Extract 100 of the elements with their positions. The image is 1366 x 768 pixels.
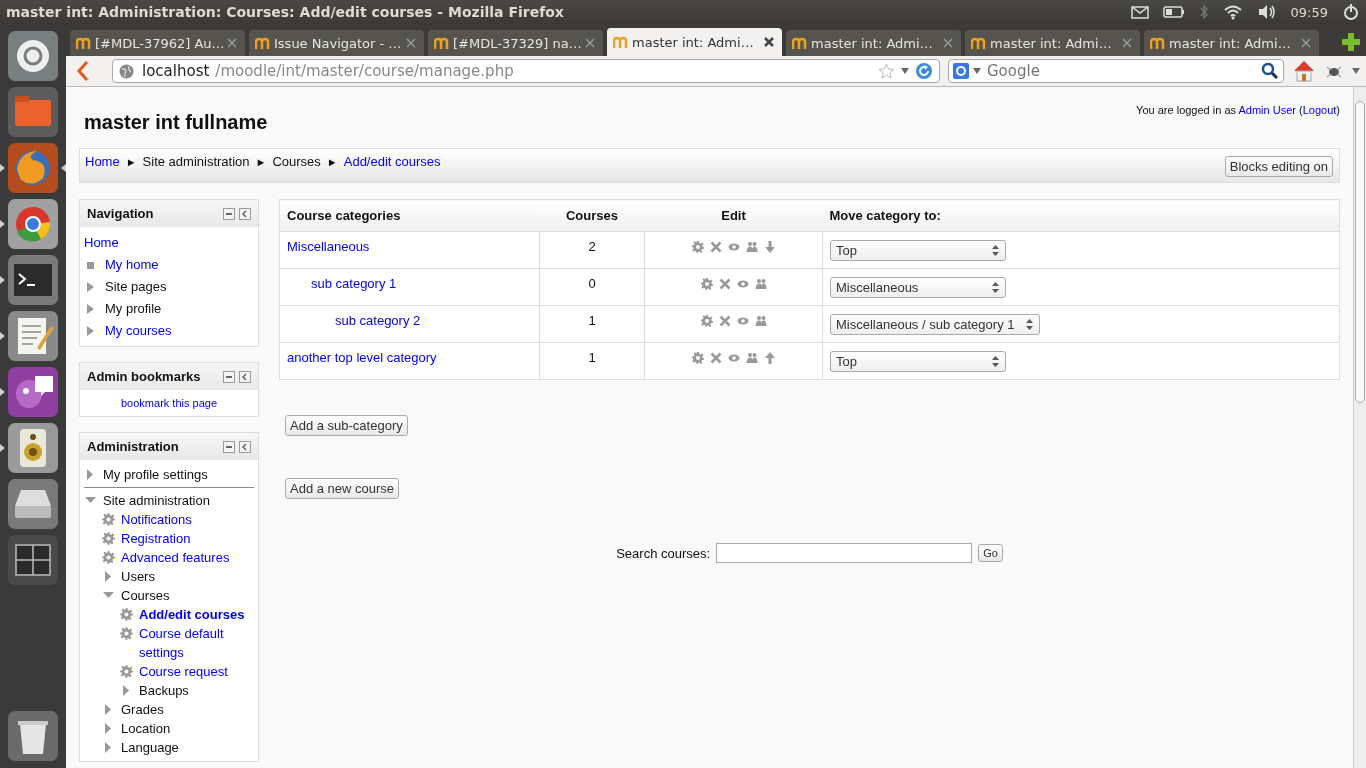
volume-icon[interactable]: [1256, 4, 1277, 20]
browser-icon[interactable]: [0, 142, 66, 194]
administration-item[interactable]: Location: [121, 719, 171, 738]
administration-link[interactable]: Registration: [121, 529, 191, 548]
caret-icon[interactable]: [1352, 68, 1360, 74]
gear-icon[interactable]: [700, 315, 713, 327]
new-tab-icon[interactable]: [1340, 31, 1362, 53]
eye-icon[interactable]: [727, 352, 740, 364]
administration-item[interactable]: Grades: [121, 700, 164, 719]
power-icon[interactable]: [1342, 3, 1360, 21]
clock-time[interactable]: 09:59: [1290, 4, 1328, 20]
delete-icon[interactable]: [709, 352, 722, 364]
eye-icon[interactable]: [736, 278, 749, 290]
browser-tab[interactable]: Issue Navigator - …: [249, 30, 424, 56]
search-field[interactable]: Google: [948, 59, 1284, 83]
collapse-triangle-icon[interactable]: [103, 590, 114, 601]
logout-link[interactable]: Logout: [1302, 104, 1337, 116]
move-category-select[interactable]: Top: [830, 351, 1006, 372]
breadcrumb-link[interactable]: Home: [85, 154, 120, 170]
move-category-select[interactable]: Miscellaneous / sub category 1: [830, 314, 1041, 335]
dock-icon[interactable]: [239, 370, 251, 383]
search-engine-icon[interactable]: [953, 63, 969, 79]
browser-tab[interactable]: [#MDL-37329] na…: [428, 30, 603, 56]
browser-tab[interactable]: master int: Admi…: [1144, 30, 1319, 56]
wifi-icon[interactable]: [1222, 4, 1243, 20]
dock-icon[interactable]: [239, 440, 251, 453]
minimize-icon[interactable]: [223, 207, 235, 220]
expand-triangle-icon[interactable]: [86, 304, 95, 314]
category-link[interactable]: another top level category: [287, 350, 437, 365]
back-icon[interactable]: [76, 60, 90, 82]
browser-tab[interactable]: master int: Admi…: [607, 28, 782, 56]
gear-icon[interactable]: [691, 352, 704, 364]
minimize-icon[interactable]: [223, 370, 235, 383]
battery-icon[interactable]: [1162, 6, 1185, 18]
search-icon[interactable]: [1261, 62, 1279, 80]
administration-link[interactable]: Notifications: [121, 510, 192, 529]
browser-tab[interactable]: master int: Admi…: [786, 30, 961, 56]
category-link[interactable]: sub category 1: [311, 276, 397, 291]
mail-icon[interactable]: [1130, 5, 1149, 19]
move-category-select[interactable]: Top: [830, 240, 1006, 261]
caret-icon[interactable]: [901, 68, 909, 74]
administration-link[interactable]: Course default settings: [139, 624, 254, 662]
gear-icon[interactable]: [700, 278, 713, 290]
add-course-button[interactable]: Add a new course: [285, 478, 400, 499]
blocks-editing-button[interactable]: Blocks editing on: [1224, 155, 1333, 177]
eye-icon[interactable]: [727, 241, 740, 253]
people-icon[interactable]: [754, 278, 767, 290]
go-button[interactable]: Go: [978, 544, 1003, 562]
reload-icon[interactable]: [915, 62, 933, 80]
administration-item[interactable]: Language: [121, 738, 179, 757]
dock-icon[interactable]: [239, 207, 251, 220]
people-icon[interactable]: [745, 352, 758, 364]
gear-icon[interactable]: [691, 241, 704, 253]
close-icon[interactable]: [764, 37, 774, 47]
minimize-icon[interactable]: [223, 440, 235, 453]
move-category-select[interactable]: Miscellaneous: [830, 277, 1006, 298]
delete-icon[interactable]: [718, 315, 731, 327]
people-icon[interactable]: [754, 315, 767, 327]
navigation-item[interactable]: Site pages: [105, 276, 167, 298]
expand-triangle-icon[interactable]: [103, 723, 114, 734]
expand-triangle-icon[interactable]: [103, 742, 114, 753]
delete-icon[interactable]: [718, 278, 731, 290]
browser-tab[interactable]: [#MDL-37962] Au…: [70, 30, 245, 56]
user-link[interactable]: Admin User: [1238, 104, 1296, 116]
address-field[interactable]: localhost /moodle/int/master/course/manage.php: [112, 59, 940, 83]
search-courses-field[interactable]: [716, 543, 973, 563]
category-link[interactable]: Miscellaneous: [287, 239, 370, 254]
administration-item[interactable]: Courses: [121, 586, 170, 605]
home-icon[interactable]: [1292, 59, 1316, 83]
administration-item[interactable]: My profile settings: [103, 465, 208, 484]
expand-triangle-icon[interactable]: [86, 282, 95, 292]
bluetooth-icon[interactable]: [1198, 4, 1209, 20]
up-arrow-icon[interactable]: [763, 352, 776, 364]
collapse-triangle-icon[interactable]: [85, 495, 96, 506]
expand-triangle-icon[interactable]: [103, 704, 114, 715]
caret-icon[interactable]: [973, 68, 981, 74]
administration-item[interactable]: Site administration: [103, 491, 210, 510]
administration-item[interactable]: Users: [121, 567, 155, 586]
expand-triangle-icon[interactable]: [86, 326, 95, 336]
people-icon[interactable]: [745, 241, 758, 253]
expand-triangle-icon[interactable]: [85, 469, 96, 480]
expand-triangle-icon[interactable]: [121, 685, 132, 696]
expand-triangle-icon[interactable]: [103, 571, 114, 582]
delete-icon[interactable]: [709, 241, 722, 253]
navigation-link[interactable]: Home: [84, 232, 119, 254]
add-subcategory-button[interactable]: Add a sub-category: [285, 415, 408, 436]
administration-link[interactable]: Add/edit courses: [139, 605, 245, 624]
scrollbar[interactable]: [1353, 87, 1366, 768]
navigation-link[interactable]: My home: [105, 254, 159, 276]
star-icon[interactable]: [878, 63, 895, 79]
down-arrow-icon[interactable]: [763, 241, 776, 253]
category-link[interactable]: sub category 2: [335, 313, 421, 328]
bookmark-link[interactable]: bookmark this page: [121, 397, 217, 409]
breadcrumb-link[interactable]: Add/edit courses: [343, 154, 441, 170]
administration-link[interactable]: Course request: [139, 662, 228, 681]
eye-icon[interactable]: [736, 315, 749, 327]
administration-item[interactable]: Backups: [139, 681, 189, 700]
administration-link[interactable]: Advanced features: [121, 548, 230, 567]
navigation-link[interactable]: My courses: [105, 320, 172, 342]
navigation-item[interactable]: My profile: [105, 298, 162, 320]
